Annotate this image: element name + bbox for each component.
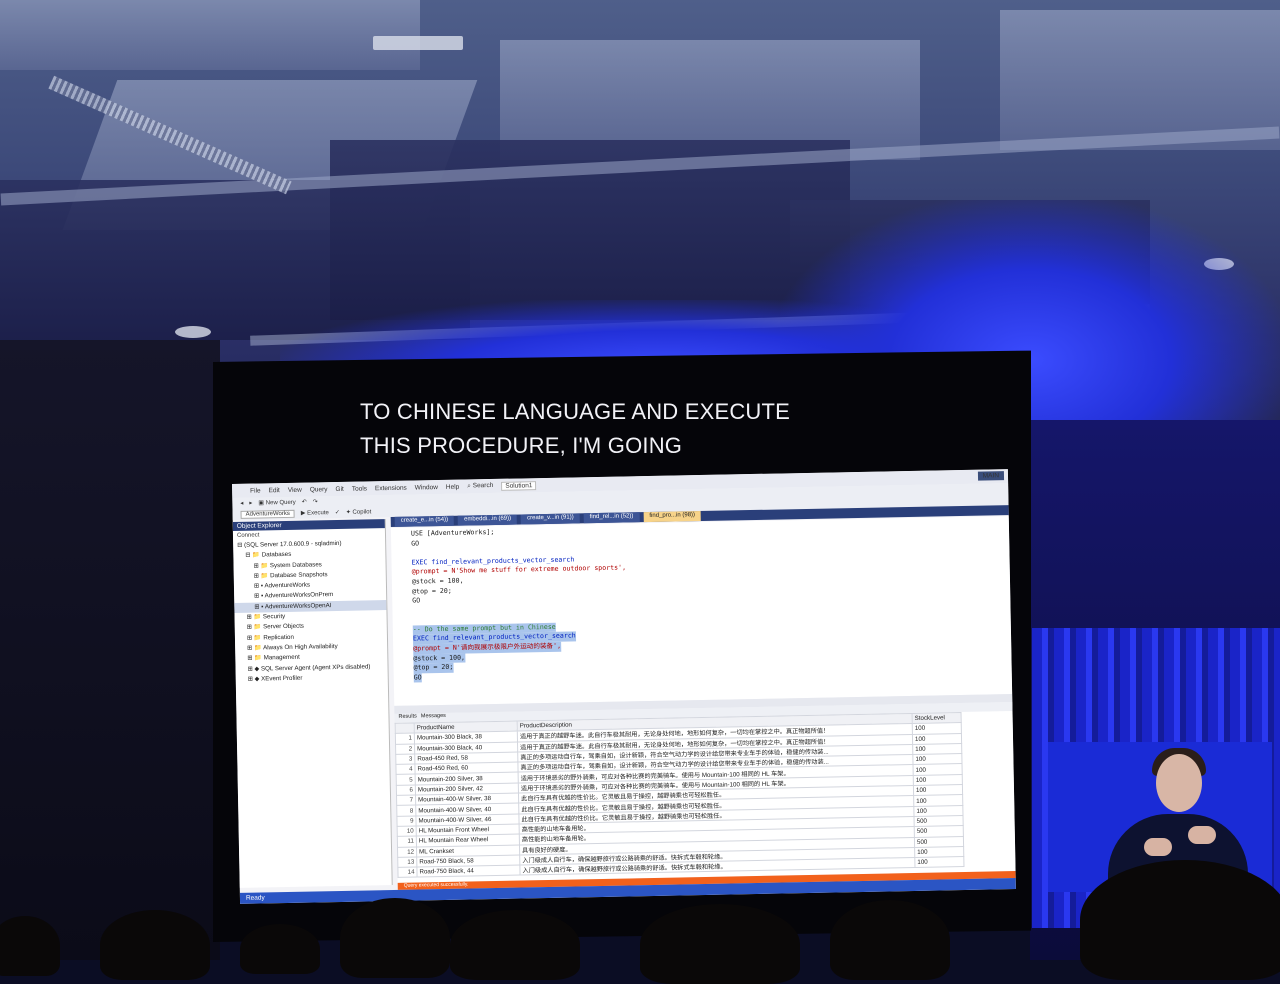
menu-tools[interactable]: Tools — [352, 485, 367, 492]
code-line-selected: @prompt = N'请向我展示极限户外运动的装备', — [413, 641, 562, 655]
copilot-label: Copilot — [352, 509, 372, 516]
main-badge[interactable]: MAIN — [977, 471, 1005, 481]
new-query-label: New Query — [265, 499, 296, 507]
menu-view[interactable]: View — [288, 486, 302, 493]
execute-label: Execute — [307, 510, 329, 517]
code-line-selected: GO — [413, 673, 422, 683]
cell-product-name[interactable]: Road-750 Black, 44 — [416, 865, 521, 878]
solution-name: Solution1 — [501, 480, 537, 491]
menu-edit[interactable]: Edit — [269, 487, 280, 494]
row-number[interactable]: 9 — [396, 815, 417, 827]
tree-label: (SQL Server 17.0.600.9 - sqladmin) — [244, 539, 342, 549]
tab-create-v[interactable]: create_v...in (91)) — [521, 513, 580, 525]
audience-head — [340, 898, 450, 978]
results-grid[interactable]: ProductName ProductDescription StockLeve… — [394, 711, 1016, 883]
audience-head — [450, 910, 580, 980]
tree-label: Databases — [261, 551, 292, 559]
row-number[interactable]: 7 — [396, 795, 416, 806]
row-number[interactable]: 4 — [395, 764, 416, 775]
menu-window[interactable]: Window — [415, 484, 438, 491]
tree-label: Management — [263, 653, 300, 662]
tree-label: SQL Server Agent (Agent XPs disabled) — [260, 662, 371, 673]
tree-label: AdventureWorks — [264, 581, 311, 590]
new-query-button[interactable]: ▣ New Query — [258, 499, 295, 507]
row-number[interactable]: 11 — [397, 836, 417, 847]
undo-icon[interactable]: ↶ — [302, 499, 307, 506]
tree-label: AdventureWorksOnPrem — [264, 591, 334, 600]
tab-messages[interactable]: Messages — [421, 713, 446, 722]
interpreter-hand — [1188, 826, 1216, 844]
audience — [0, 860, 1280, 984]
results-body: 1 Mountain-300 Black, 38 适用于真正的越野车迷。此自行车极其… — [395, 722, 964, 878]
audience-head — [1080, 860, 1280, 980]
object-explorer: Object Explorer Connect ⊟ (SQL Server 17… — [232, 519, 393, 888]
code-line-selected: @stock = 100, — [413, 653, 466, 664]
tree-label: Server Objects — [263, 623, 305, 631]
forward-icon[interactable]: ▸ — [249, 500, 252, 507]
wall-left — [0, 340, 220, 960]
row-number[interactable]: 5 — [396, 774, 416, 786]
tree-label: XEvent Profiler — [261, 674, 303, 683]
audience-head — [240, 924, 320, 974]
copilot-icon: ✦ — [345, 509, 351, 516]
live-caption: TO CHINESE LANGUAGE AND EXECUTE THIS PRO… — [360, 395, 820, 463]
tree-label: AdventureWorksOpenAI — [264, 601, 332, 611]
search-label: Search — [472, 481, 494, 490]
tab-create-e[interactable]: create_e...in (54)) — [394, 515, 455, 527]
code-line-selected: @top = 20; — [413, 662, 454, 674]
cell-stock-level[interactable]: 100 — [914, 856, 964, 868]
interpreter-hand — [1144, 838, 1172, 856]
menu-extensions[interactable]: Extensions — [375, 484, 407, 492]
row-number[interactable]: 3 — [395, 753, 415, 765]
ceiling-panel — [0, 0, 420, 70]
tree-label: Always On High Availability — [263, 642, 338, 652]
audience-head — [0, 916, 60, 976]
row-number[interactable]: 8 — [396, 805, 416, 817]
tab-find-pro[interactable]: find_pro...in (98)) — [643, 511, 702, 523]
menu-query[interactable]: Query — [310, 486, 328, 493]
tree-label: System Databases — [269, 560, 322, 569]
tab-results[interactable]: Results — [398, 713, 417, 722]
caption-line-1: TO CHINESE LANGUAGE AND EXECUTE — [360, 399, 791, 424]
ceiling-light — [175, 326, 211, 338]
row-number[interactable]: 13 — [397, 856, 417, 868]
tree-label: Database Snapshots — [270, 571, 328, 580]
play-icon: ▶ — [300, 510, 306, 517]
back-icon[interactable]: ◂ — [240, 500, 243, 507]
row-number[interactable]: 10 — [397, 825, 417, 837]
row-number[interactable]: 14 — [397, 867, 418, 878]
tab-embeddi[interactable]: embeddi...in (69)) — [458, 514, 518, 526]
caption-line-2: THIS PROCEDURE, I'M GOING — [360, 433, 683, 458]
menu-file[interactable]: File — [250, 487, 261, 494]
menu-help[interactable]: Help — [446, 483, 460, 490]
row-number-header — [395, 723, 415, 734]
tree-label: Replication — [263, 633, 294, 642]
audience-head — [100, 910, 210, 980]
query-editor[interactable]: USE [AdventureWorks]; GO EXEC find_relev… — [390, 516, 1013, 706]
interpreter-head — [1156, 754, 1202, 812]
copilot-button[interactable]: ✦ Copilot — [346, 508, 372, 515]
tree-label: Security — [262, 613, 286, 621]
row-number[interactable]: 6 — [396, 784, 416, 796]
results-table: ProductName ProductDescription StockLeve… — [395, 712, 965, 878]
execute-button[interactable]: ▶ Execute — [301, 509, 329, 517]
redo-icon[interactable]: ↷ — [313, 498, 318, 505]
database-select[interactable]: AdventureWorks — [240, 509, 295, 519]
check-icon[interactable]: ✓ — [335, 509, 340, 516]
tree-xevent-profiler[interactable]: ⊞ ◆ XEvent Profiler — [236, 672, 388, 685]
row-number[interactable]: 1 — [395, 733, 415, 745]
search-icon: ⌕ — [467, 482, 471, 490]
ceiling-light — [373, 36, 463, 50]
search-box[interactable]: ⌕ Search — [467, 482, 493, 490]
audience-head — [640, 904, 800, 984]
audience-head — [830, 900, 950, 980]
ssms-window: File Edit View Query Git Tools Extension… — [232, 469, 1016, 904]
row-number[interactable]: 12 — [397, 846, 417, 858]
menu-git[interactable]: Git — [335, 485, 343, 492]
tab-find-rel[interactable]: find_rel...in (52)) — [583, 512, 640, 524]
row-number[interactable]: 2 — [395, 743, 415, 755]
